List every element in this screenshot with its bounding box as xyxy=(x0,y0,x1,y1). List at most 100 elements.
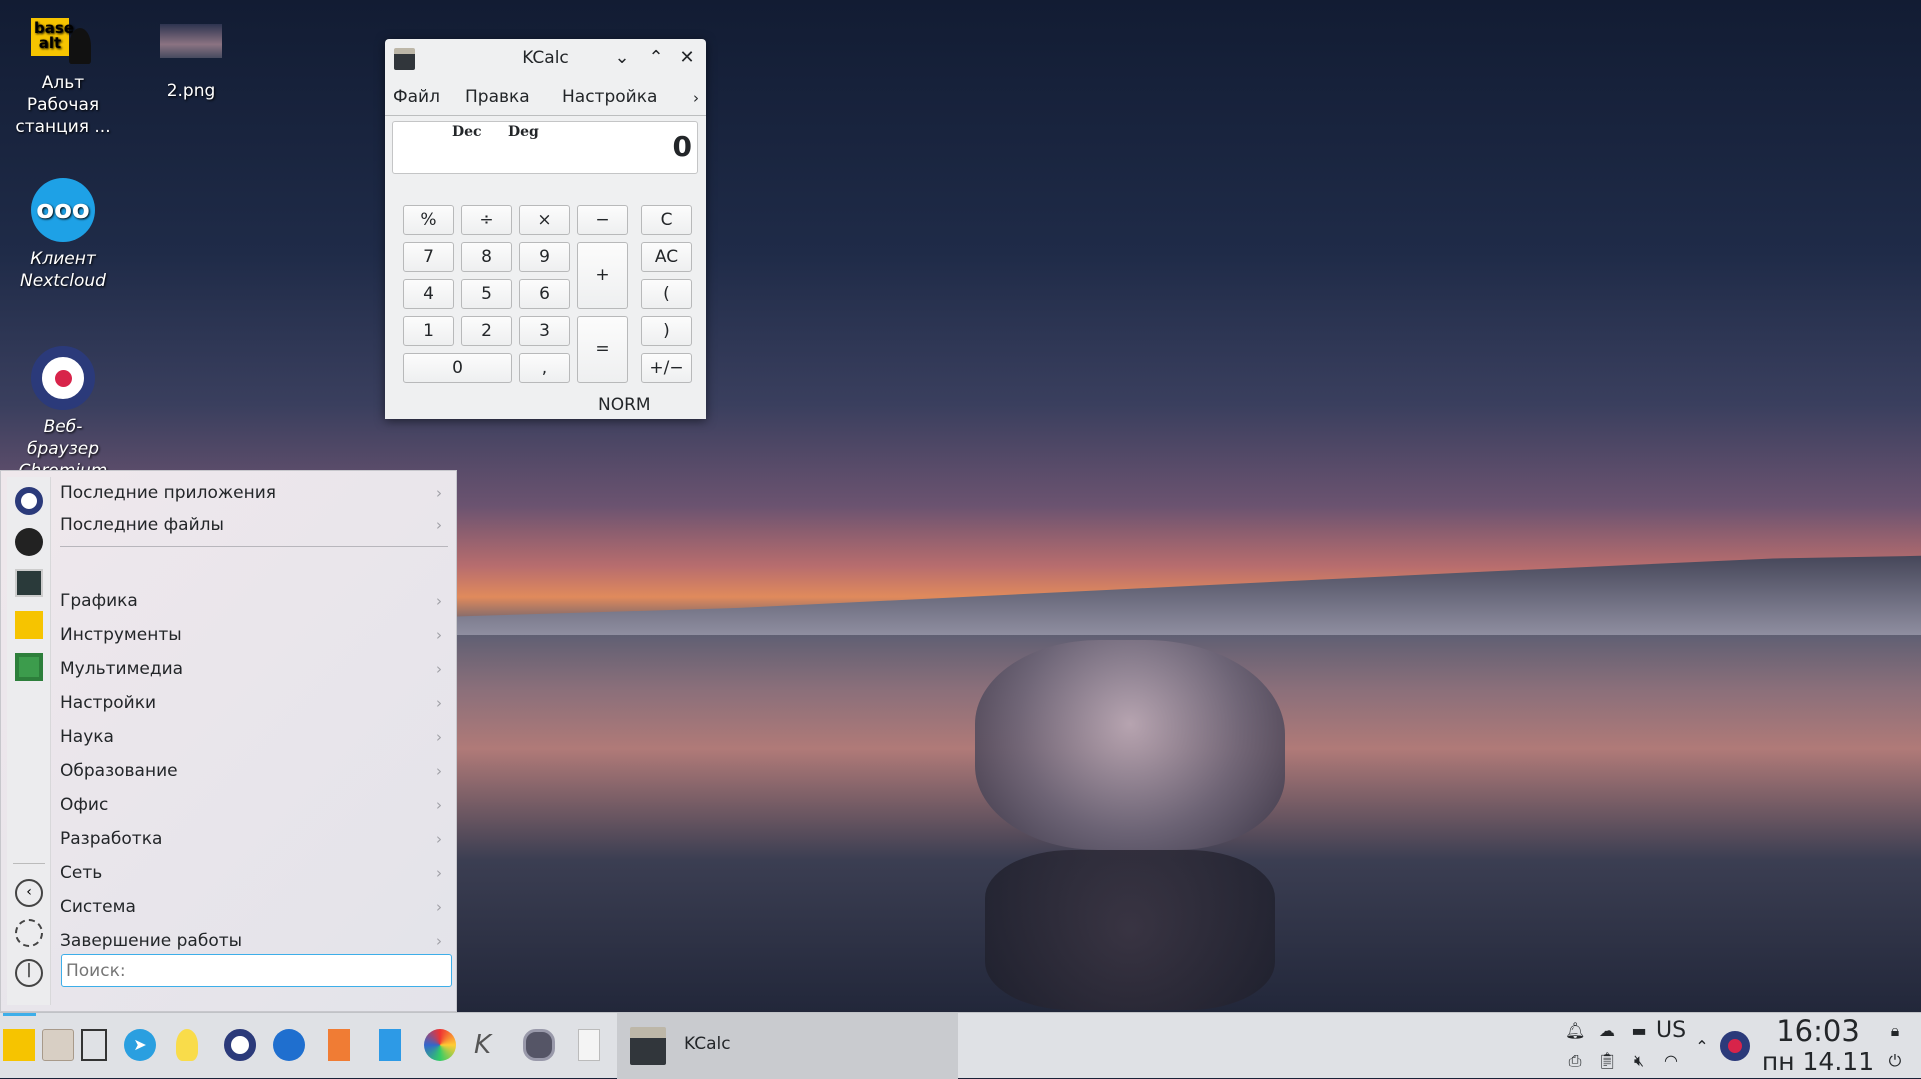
clear-button[interactable]: C xyxy=(641,205,692,235)
wifi-icon[interactable]: ◠ xyxy=(1661,1051,1681,1071)
desktop-icon-2png[interactable]: 2.png xyxy=(131,24,251,102)
lock-back-icon[interactable]: ‹ xyxy=(15,879,43,907)
five-button[interactable]: 5 xyxy=(461,279,512,309)
strip-separator xyxy=(13,863,45,864)
taskbar: ➤ K KCalc 🔔︎ ☁ ▬ US ⎙ 📋︎ 🔇︎ ◠ ⌃ 16:03 пн… xyxy=(0,1012,1921,1079)
menu-item-recent-files[interactable]: Последние файлы › xyxy=(60,510,450,540)
notifications-bell-icon[interactable]: 🔔︎ xyxy=(1565,1021,1585,1041)
menu-item-shutdown[interactable]: Завершение работы › xyxy=(60,926,450,956)
all-clear-button[interactable]: AC xyxy=(641,242,692,272)
power-icon[interactable]: ⏻ xyxy=(1885,1051,1905,1071)
menu-item-label: Сеть xyxy=(60,863,103,883)
clipboard-icon[interactable]: 📋︎ xyxy=(1597,1051,1617,1071)
text-editor-icon[interactable] xyxy=(578,1029,600,1061)
chevron-right-icon: › xyxy=(436,762,442,780)
folder-icon[interactable] xyxy=(42,1029,74,1061)
desktop-icon-nextcloud[interactable]: ooo Клиент Nextcloud xyxy=(3,178,123,292)
power-icon[interactable]: | xyxy=(15,959,43,987)
nine-button[interactable]: 9 xyxy=(519,242,570,272)
chromium-icon xyxy=(31,346,95,410)
eight-button[interactable]: 8 xyxy=(461,242,512,272)
menu-item-graphics[interactable]: Графика › xyxy=(60,586,450,616)
zero-button[interactable]: 0 xyxy=(403,353,512,383)
menu-item-label: Наука xyxy=(60,727,114,747)
menu-item-education[interactable]: Образование › xyxy=(60,756,450,786)
percent-button[interactable]: % xyxy=(403,205,454,235)
menu-item-settings[interactable]: Настройки › xyxy=(60,688,450,718)
nextcloud-sync-icon[interactable]: ☁ xyxy=(1597,1021,1617,1041)
open-paren-button[interactable]: ( xyxy=(641,279,692,309)
thunderbird-icon[interactable] xyxy=(15,528,43,556)
task-label: KCalc xyxy=(684,1034,731,1054)
lock-screen-icon[interactable]: 🔒︎ xyxy=(1885,1021,1905,1041)
clock-date[interactable]: пн 14.11 xyxy=(1758,1047,1878,1076)
menu-item-tools[interactable]: Инструменты › xyxy=(60,620,450,650)
desktop-icon-label: Альт Рабочая станция ... xyxy=(15,73,111,137)
basealt-logo-icon: base alt xyxy=(31,18,95,66)
close-button[interactable]: ✕ xyxy=(676,47,698,69)
impress-icon[interactable] xyxy=(328,1029,350,1061)
menu-separator xyxy=(60,546,448,547)
volume-muted-icon[interactable]: 🔇︎ xyxy=(1629,1051,1649,1071)
chromium-icon[interactable] xyxy=(15,487,43,515)
chromium-tray-icon[interactable] xyxy=(1720,1031,1750,1061)
maximize-button[interactable]: ⌃ xyxy=(645,47,667,69)
four-button[interactable]: 4 xyxy=(403,279,454,309)
kcalc-window: KCalc ⌄ ⌃ ✕ Файл Правка Настройка › Dec … xyxy=(385,39,706,419)
decimal-button[interactable]: , xyxy=(519,353,570,383)
three-button[interactable]: 3 xyxy=(519,316,570,346)
system-monitor-icon[interactable] xyxy=(15,569,43,597)
thunderbird-icon[interactable] xyxy=(273,1029,305,1061)
menu-item-office[interactable]: Офис › xyxy=(60,790,450,820)
desktop-icon-chromium[interactable]: Веб-браузер Chromium xyxy=(3,346,123,470)
telegram-icon[interactable]: ➤ xyxy=(124,1029,156,1061)
printer-icon[interactable]: ⎙ xyxy=(1565,1051,1585,1071)
clock-time[interactable]: 16:03 xyxy=(1768,1014,1868,1048)
menu-item-label: Офис xyxy=(60,795,109,815)
restart-icon[interactable] xyxy=(15,919,43,947)
search-input[interactable] xyxy=(61,954,452,987)
menu-item-label: Настройки xyxy=(60,693,157,713)
chromium-icon[interactable] xyxy=(224,1029,256,1061)
writer-icon[interactable] xyxy=(379,1029,401,1061)
menu-item-network[interactable]: Сеть › xyxy=(60,858,450,888)
palette-icon[interactable] xyxy=(424,1029,456,1061)
multiply-button[interactable]: × xyxy=(519,205,570,235)
menu-edit[interactable]: Правка xyxy=(465,87,530,107)
menu-item-recent-apps[interactable]: Последние приложения › xyxy=(60,478,450,508)
equals-button[interactable]: = xyxy=(577,316,628,383)
sign-button[interactable]: +/− xyxy=(641,353,692,383)
menu-item-system[interactable]: Система › xyxy=(60,892,450,922)
lightbulb-icon[interactable] xyxy=(176,1029,198,1061)
plus-button[interactable]: + xyxy=(577,242,628,309)
basealt-menu-icon[interactable] xyxy=(3,1029,35,1061)
menu-overflow-chevron-icon[interactable]: › xyxy=(693,89,699,107)
seven-button[interactable]: 7 xyxy=(403,242,454,272)
minus-button[interactable]: − xyxy=(577,205,628,235)
two-button[interactable]: 2 xyxy=(461,316,512,346)
battery-icon[interactable]: ▬ xyxy=(1629,1021,1649,1041)
menu-file[interactable]: Файл xyxy=(393,87,440,107)
show-desktop-icon[interactable] xyxy=(81,1029,107,1061)
video-icon[interactable] xyxy=(523,1029,555,1061)
angle-indicator: Deg xyxy=(508,124,539,140)
system-info-icon[interactable] xyxy=(15,653,43,681)
menu-settings[interactable]: Настройка xyxy=(562,87,657,107)
six-button[interactable]: 6 xyxy=(519,279,570,309)
menu-item-multimedia[interactable]: Мультимедиа › xyxy=(60,654,450,684)
close-paren-button[interactable]: ) xyxy=(641,316,692,346)
display-value: 0 xyxy=(672,130,692,163)
basealt-icon[interactable] xyxy=(15,611,43,639)
one-button[interactable]: 1 xyxy=(403,316,454,346)
title-bar[interactable]: KCalc ⌄ ⌃ ✕ xyxy=(385,39,706,79)
keyboard-layout[interactable]: US xyxy=(1656,1018,1686,1043)
menu-item-science[interactable]: Наука › xyxy=(60,722,450,752)
kst-icon[interactable]: K xyxy=(474,1029,506,1061)
task-kcalc[interactable]: KCalc xyxy=(617,1013,958,1079)
minimize-button[interactable]: ⌄ xyxy=(611,47,633,69)
divide-button[interactable]: ÷ xyxy=(461,205,512,235)
tray-expand-chevron-icon[interactable]: ⌃ xyxy=(1692,1037,1712,1057)
menu-item-development[interactable]: Разработка › xyxy=(60,824,450,854)
chevron-right-icon: › xyxy=(436,484,442,502)
desktop-icon-basealt[interactable]: base alt Альт Рабочая станция ... xyxy=(3,18,123,138)
